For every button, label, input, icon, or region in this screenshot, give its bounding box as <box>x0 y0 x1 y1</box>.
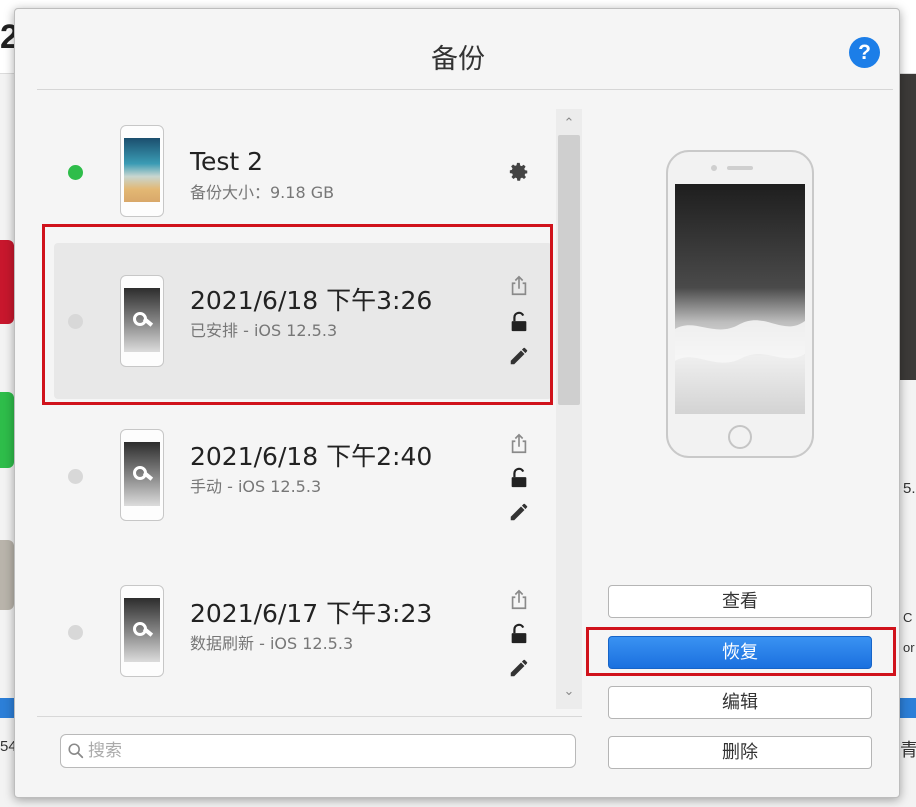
device-thumbnail <box>120 585 164 677</box>
scroll-down-icon[interactable]: ⌄ <box>556 681 582 701</box>
restore-button-highlight <box>586 627 896 676</box>
title-divider <box>37 89 893 90</box>
search-input[interactable] <box>88 738 568 764</box>
scrollbar-thumb[interactable] <box>558 135 580 405</box>
search-box[interactable] <box>60 734 576 768</box>
device-thumbnail <box>120 125 164 217</box>
view-button[interactable]: 查看 <box>608 585 872 618</box>
background-text-right-3: or <box>903 640 915 655</box>
edit-button[interactable]: 编辑 <box>608 686 872 719</box>
backup-row-manual[interactable]: 2021/6/18 下午2:40 手动 - iOS 12.5.3 <box>54 405 552 561</box>
delete-button[interactable]: 删除 <box>608 736 872 769</box>
device-thumbnail <box>120 429 164 521</box>
background-image-right <box>900 74 916 380</box>
scroll-up-icon[interactable]: ⌃ <box>556 113 582 133</box>
background-tile-gray <box>0 540 14 610</box>
backup-title: 2021/6/18 下午2:40 <box>190 442 433 471</box>
pencil-icon[interactable] <box>508 657 530 679</box>
thumbnail-screen <box>124 138 160 202</box>
backup-subtitle: 手动 - iOS 12.5.3 <box>190 477 322 496</box>
background-text-right-2: C <box>903 610 913 625</box>
background-bar-left <box>0 698 14 718</box>
pencil-icon[interactable] <box>508 501 530 523</box>
backup-title: Test 2 <box>190 147 264 176</box>
status-dot <box>68 469 83 484</box>
status-dot <box>68 165 83 180</box>
share-icon[interactable] <box>508 589 530 611</box>
status-dot <box>68 625 83 640</box>
background-text-right-4: 青 <box>900 740 916 760</box>
dialog-title: 备份 <box>431 44 485 75</box>
background-tile-red <box>0 240 14 324</box>
backup-title: 2021/6/17 下午3:23 <box>190 599 433 628</box>
background-tile-green <box>0 392 14 468</box>
backup-subtitle: 数据刷新 - iOS 12.5.3 <box>190 634 354 653</box>
lock-icon[interactable] <box>508 623 530 645</box>
help-button[interactable]: ? <box>849 37 880 68</box>
list-divider <box>37 716 582 717</box>
gear-icon[interactable] <box>508 161 530 183</box>
share-icon[interactable] <box>508 433 530 455</box>
background-bar-right <box>900 698 916 718</box>
lock-icon[interactable] <box>508 467 530 489</box>
backup-row-refresh[interactable]: 2021/6/17 下午3:23 数据刷新 - iOS 12.5.3 <box>54 561 552 709</box>
list-scrollbar[interactable]: ⌃ ⌄ <box>556 109 582 709</box>
background-text-right-1: 5. <box>903 480 916 497</box>
device-preview <box>666 150 814 458</box>
backup-list: Test 2 备份大小：9.18 GB 2021/6/18 下午3:26 已安排… <box>37 109 582 709</box>
search-icon <box>68 743 84 759</box>
backup-subtitle: 备份大小：9.18 GB <box>190 183 335 202</box>
selected-row-highlight <box>42 224 553 405</box>
